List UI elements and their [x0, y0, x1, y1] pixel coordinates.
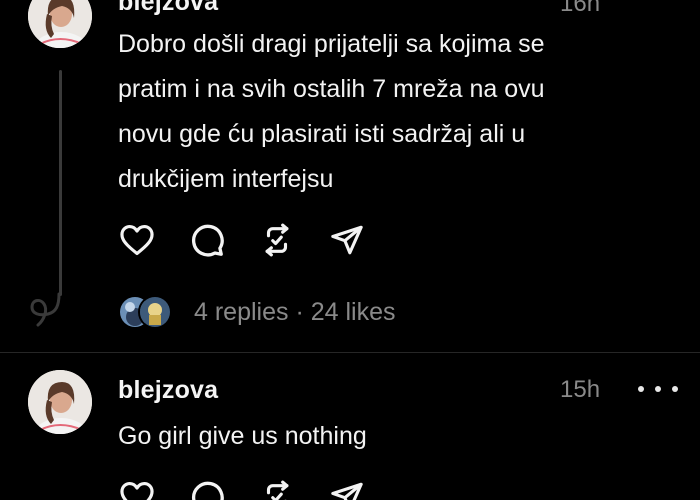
repost-icon[interactable] [258, 221, 296, 259]
thread-line [59, 70, 62, 296]
timestamp: 16h [560, 0, 601, 17]
post-text: Go girl give us nothing [118, 422, 367, 450]
thread-loop-icon [30, 292, 61, 327]
reply-avatar [138, 295, 172, 329]
post-1[interactable]: blejzova 16h Dobro došli dragi prijatelj… [0, 0, 700, 360]
post-text: Dobro došli dragi prijatelji sa kojima s… [118, 22, 658, 202]
divider [0, 352, 700, 353]
avatar[interactable] [28, 370, 92, 434]
post-2[interactable]: blejzova 15h Go girl give us nothing [0, 356, 700, 500]
engagement-summary[interactable]: 4 replies · 24 likes [194, 298, 395, 327]
repost-icon[interactable] [258, 478, 296, 500]
send-icon[interactable] [328, 221, 366, 259]
post-text-line: Dobro došli dragi prijatelji sa kojima s… [118, 30, 545, 58]
send-icon[interactable] [328, 478, 366, 500]
reply-avatars[interactable] [118, 295, 172, 329]
comment-icon[interactable] [188, 478, 226, 500]
username[interactable]: blejzova [118, 0, 218, 17]
more-icon[interactable] [638, 379, 678, 399]
comment-icon[interactable] [188, 221, 226, 259]
heart-icon[interactable] [118, 221, 156, 259]
timestamp: 15h [560, 376, 601, 403]
post-text-line: pratim i na svih ostalih 7 mreža na ovu [118, 75, 545, 103]
post-text-line: novu gde ću plasirati isti sadržaj ali u [118, 120, 526, 148]
heart-icon[interactable] [118, 478, 156, 500]
avatar[interactable] [28, 0, 92, 48]
post-text-line: drukčijem interfejsu [118, 165, 334, 193]
action-bar [118, 221, 398, 259]
username[interactable]: blejzova [118, 376, 218, 405]
action-bar [118, 478, 398, 500]
thread-screen: blejzova 16h Dobro došli dragi prijatelj… [0, 0, 700, 500]
